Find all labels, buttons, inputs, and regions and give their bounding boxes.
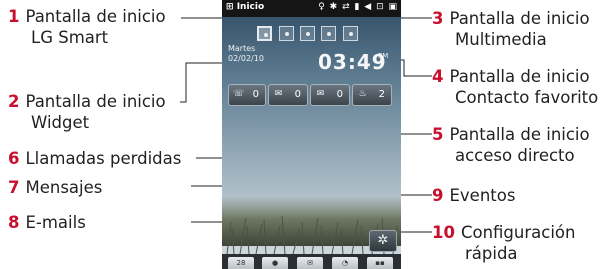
start-label[interactable]: ⊞ Inicio <box>226 2 264 12</box>
email-icon: ✉ <box>316 89 325 99</box>
person-icon: ● <box>271 259 279 267</box>
missed-calls-count: 0 <box>252 89 259 100</box>
status-bar: ⊞ Inicio ♀ ✱ ⇄ ▮ ◀ ⊡ ▣ <box>222 0 401 17</box>
date-display: Martes 02/02/10 <box>228 44 264 64</box>
home-page-dot-shortcuts[interactable] <box>343 26 358 41</box>
emails-count: 0 <box>336 89 343 100</box>
label-10: 10 Configuración rápida <box>432 223 576 263</box>
phone-home-screen: ⊞ Inicio ♀ ✱ ⇄ ▮ ◀ ⊡ ▣ Martes 02/02/10 0… <box>222 0 401 269</box>
dock-calendar[interactable]: 28 <box>228 257 254 269</box>
dock-messages[interactable]: ✉ <box>297 257 323 269</box>
home-page-dot-widget[interactable] <box>279 26 294 41</box>
events-widget[interactable]: ♨ 2 <box>352 84 392 106</box>
label-7: 7 Mensajes <box>8 178 103 197</box>
menu-icon: ▪▪ <box>375 259 385 267</box>
home-page-dot-smart[interactable] <box>257 26 272 41</box>
envelope-icon: ✉ <box>307 259 313 267</box>
quick-settings-button[interactable]: ✲ <box>369 230 397 252</box>
messages-widget[interactable]: ✉ 0 <box>268 84 308 106</box>
bottom-dock: 28 ● ✉ ◔ ▪▪ <box>222 254 401 269</box>
messages-count: 0 <box>294 89 301 100</box>
gear-icon: ✲ <box>377 233 389 248</box>
label-4: 4 Pantalla de inicio Contacto favorito <box>432 67 599 107</box>
message-icon: ✉ <box>274 89 283 99</box>
home-page-dot-contacts[interactable] <box>321 26 336 41</box>
date-value: 02/02/10 <box>228 54 264 63</box>
label-2: 2 Pantalla de inicio Widget <box>8 92 166 132</box>
label-8: 8 E-mails <box>8 213 86 232</box>
clock-ampm: PM <box>378 52 389 60</box>
event-icon: ♨ <box>358 89 367 99</box>
dock-menu[interactable]: ▪▪ <box>367 257 393 269</box>
dock-contacts[interactable]: ● <box>262 257 288 269</box>
status-icons: ♀ ✱ ⇄ ▮ ◀ ⊡ ▣ <box>318 2 398 12</box>
date-day: Martes <box>228 44 256 53</box>
missed-call-icon: ☏ <box>233 89 245 99</box>
clock: 03:49 <box>318 50 387 74</box>
events-count: 2 <box>378 89 385 100</box>
home-page-dot-multimedia[interactable] <box>300 26 315 41</box>
label-1: 1 Pantalla de inicio LG Smart <box>8 7 166 47</box>
label-6: 6 Llamadas perdidas <box>8 149 182 168</box>
emails-widget[interactable]: ✉ 0 <box>310 84 350 106</box>
dock-browser[interactable]: ◔ <box>332 257 358 269</box>
browser-icon: ◔ <box>341 259 349 267</box>
label-3: 3 Pantalla de inicio Multimedia <box>432 9 590 49</box>
missed-calls-widget[interactable]: ☏ 0 <box>228 84 266 106</box>
label-9: 9 Eventos <box>432 186 516 205</box>
label-5: 5 Pantalla de inicio acceso directo <box>432 125 590 165</box>
